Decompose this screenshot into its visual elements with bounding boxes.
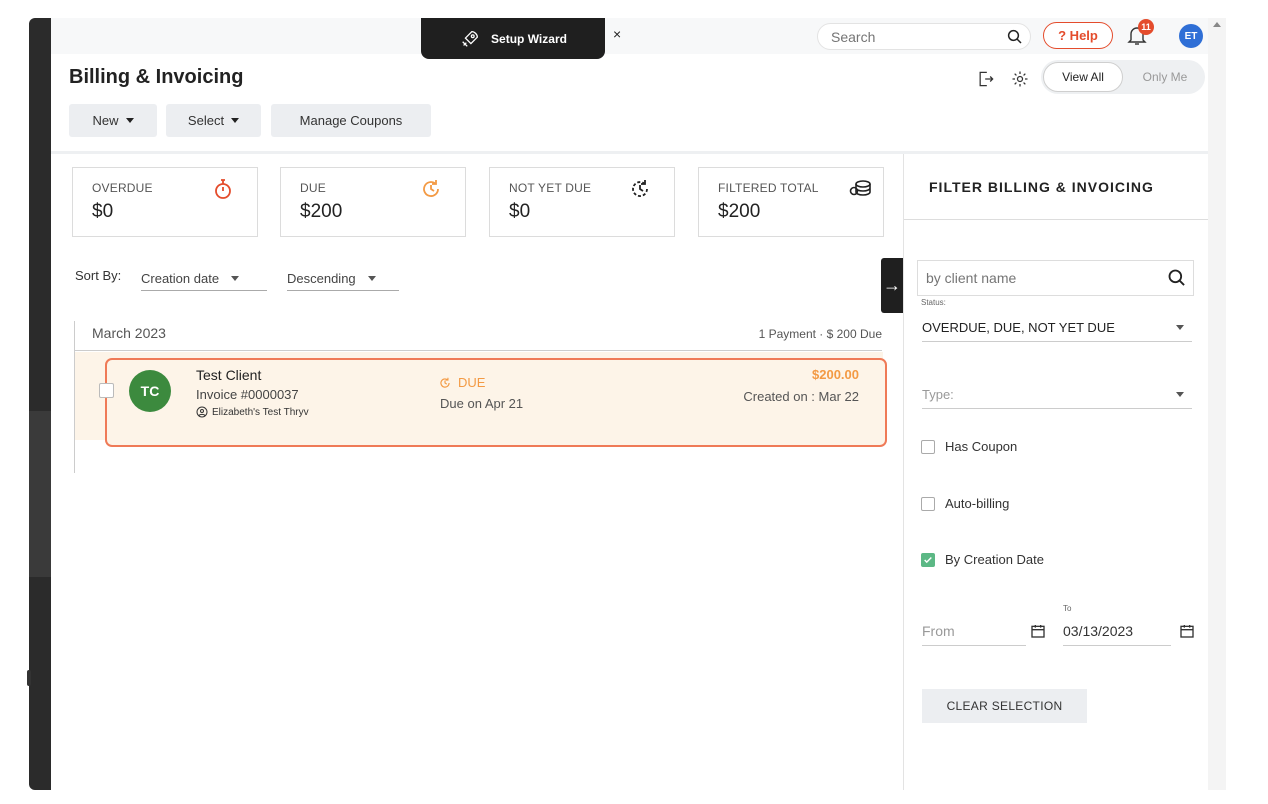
client-avatar: TC: [129, 370, 171, 412]
summary-value: $0: [92, 201, 114, 222]
summary-value: $0: [509, 201, 531, 222]
calendar-icon[interactable]: [1179, 623, 1195, 639]
filter-title: FILTER BILLING & INVOICING: [904, 154, 1209, 220]
user-avatar[interactable]: ET: [1179, 24, 1203, 48]
summary-card-overdue[interactable]: OVERDUE $0: [72, 167, 258, 237]
export-icon[interactable]: [976, 69, 996, 89]
notification-badge: 11: [1138, 19, 1154, 35]
summary-value: $200: [718, 201, 761, 222]
to-label: To: [1063, 604, 1072, 613]
page-title: Billing & Invoicing: [69, 66, 244, 88]
chevron-down-icon: [367, 275, 376, 281]
summary-label: OVERDUE: [92, 181, 153, 195]
invoice-checkbox[interactable]: [99, 383, 114, 398]
view-toggle: View All Only Me: [1041, 60, 1205, 94]
chevron-down-icon: [125, 118, 134, 123]
invoice-row[interactable]: TC Test Client Invoice #0000037 Elizabet…: [99, 358, 887, 447]
new-button-label: New: [92, 113, 119, 128]
select-button[interactable]: Select: [166, 104, 261, 137]
to-date-field[interactable]: 03/13/2023: [1063, 617, 1171, 646]
chevron-down-icon: [231, 275, 240, 281]
by-creation-date-checkbox[interactable]: By Creation Date: [921, 552, 1044, 567]
scrollbar[interactable]: [1208, 18, 1226, 790]
left-rail: [29, 18, 51, 790]
collapse-filter-arrow-icon[interactable]: →: [881, 258, 903, 313]
select-button-label: Select: [187, 113, 225, 128]
search-input[interactable]: [831, 28, 1001, 45]
manage-coupons-button[interactable]: Manage Coupons: [271, 104, 431, 137]
new-button[interactable]: New: [69, 104, 157, 137]
client-search-field[interactable]: [917, 260, 1194, 296]
invoice-due-date: Due on Apr 21: [440, 396, 524, 411]
rocket-icon: [462, 30, 479, 47]
sort-field-dropdown[interactable]: Creation date: [141, 266, 267, 291]
gear-icon[interactable]: [1010, 69, 1030, 89]
summary-card-not-yet-due[interactable]: NOT YET DUE $0: [489, 167, 675, 237]
filter-panel: FILTER BILLING & INVOICING Status: OVERD…: [903, 154, 1209, 790]
sort-order-value: Descending: [287, 270, 356, 286]
month-group-header: March 2023 1 Payment · $ 200 Due: [74, 321, 882, 473]
checkbox-box[interactable]: [921, 496, 935, 511]
search-icon[interactable]: [1006, 28, 1024, 46]
sort-field-value: Creation date: [141, 270, 220, 286]
auto-billing-label: Auto-billing: [945, 496, 1010, 511]
status-select[interactable]: OVERDUE, DUE, NOT YET DUE: [922, 313, 1192, 342]
check-icon: [924, 556, 932, 563]
setup-wizard-button[interactable]: Setup Wizard: [421, 18, 605, 59]
clear-selection-button[interactable]: CLEAR SELECTION: [922, 689, 1087, 723]
help-button[interactable]: ? Help: [1043, 22, 1113, 49]
summary-label: NOT YET DUE: [509, 181, 592, 195]
side-handle: [27, 670, 31, 686]
type-placeholder: Type:: [922, 386, 954, 402]
app-window: Setup Wizard × ? Help 11 ET Billing & In…: [51, 18, 1226, 790]
clock-pending-icon: [632, 180, 648, 197]
invoice-amount: $200.00: [812, 367, 859, 382]
setup-wizard-label: Setup Wizard: [491, 31, 567, 46]
invoice-status: DUE: [438, 375, 485, 390]
summary-value: $200: [300, 201, 343, 222]
from-date-field[interactable]: From: [922, 617, 1026, 646]
has-coupon-checkbox[interactable]: Has Coupon: [921, 439, 1017, 454]
month-label: March 2023: [92, 325, 166, 341]
search-icon[interactable]: [1167, 268, 1187, 288]
clock-rotate-icon: [440, 377, 450, 388]
checkbox-box[interactable]: [921, 439, 935, 454]
group-meta: 1 Payment · $ 200 Due: [758, 327, 882, 341]
has-coupon-label: Has Coupon: [945, 439, 1018, 454]
user-circle-icon: [196, 406, 208, 418]
type-select[interactable]: Type:: [922, 380, 1192, 409]
by-creation-date-label: By Creation Date: [945, 552, 1044, 567]
invoice-status-label: DUE: [458, 375, 486, 390]
checkbox-box-checked[interactable]: [921, 552, 935, 567]
invoice-owner: Elizabeth's Test Thryv: [196, 406, 309, 418]
status-label: Status:: [921, 298, 946, 307]
chevron-down-icon: [231, 118, 240, 123]
calendar-icon[interactable]: [1030, 623, 1046, 639]
invoice-created: Created on : Mar 22: [743, 389, 859, 404]
scroll-up-icon[interactable]: [1213, 22, 1221, 27]
auto-billing-checkbox[interactable]: Auto-billing: [921, 496, 1009, 511]
summary-card-due[interactable]: DUE $200: [280, 167, 466, 237]
chevron-down-icon: [1176, 324, 1184, 330]
left-rail-shade: [29, 411, 51, 577]
chevron-down-icon: [1176, 391, 1184, 397]
summary-label: DUE: [300, 181, 326, 195]
sort-order-dropdown[interactable]: Descending: [287, 266, 399, 291]
status-value: OVERDUE, DUE, NOT YET DUE: [922, 319, 1115, 335]
only-me-button[interactable]: Only Me: [1127, 62, 1203, 92]
client-search-input[interactable]: [926, 270, 1156, 286]
summary-label: FILTERED TOTAL: [718, 181, 819, 195]
client-name: Test Client: [196, 367, 262, 383]
global-search[interactable]: [817, 23, 1031, 50]
clock-rotate-icon: [423, 180, 439, 197]
invoice-owner-label: Elizabeth's Test Thryv: [212, 406, 309, 418]
view-all-button[interactable]: View All: [1043, 62, 1123, 92]
invoice-number: Invoice #0000037: [196, 387, 299, 402]
sort-by-label: Sort By:: [75, 268, 122, 283]
stopwatch-icon: [215, 179, 231, 199]
wizard-close-icon[interactable]: ×: [613, 26, 621, 42]
summary-card-filtered-total[interactable]: FILTERED TOTAL $200: [698, 167, 884, 237]
coins-icon: [849, 180, 871, 196]
